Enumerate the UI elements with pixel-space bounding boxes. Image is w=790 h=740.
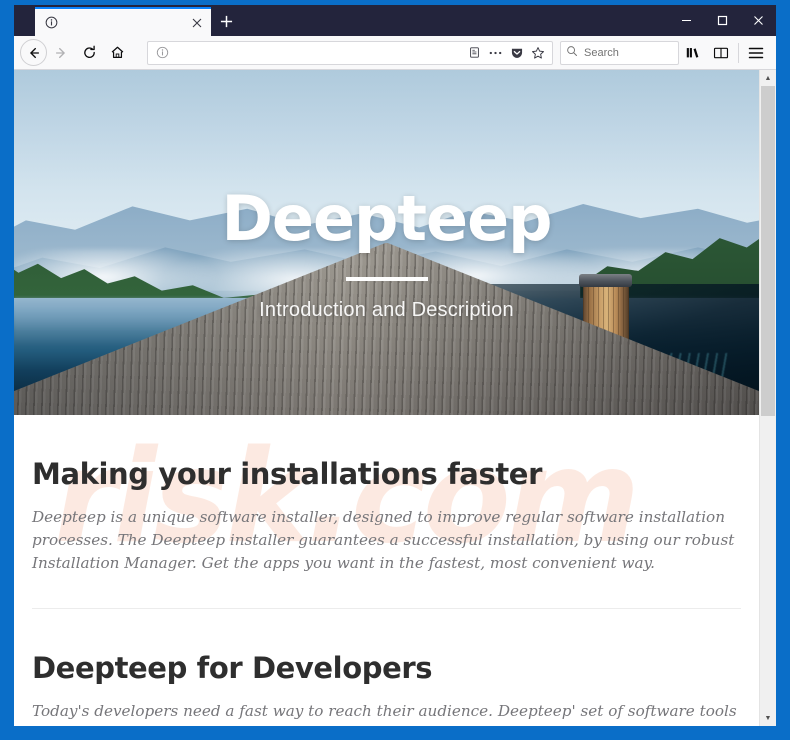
info-circle-icon[interactable] xyxy=(152,45,172,61)
browser-tab-active[interactable] xyxy=(35,7,211,36)
back-arrow-icon[interactable] xyxy=(20,39,47,66)
article-section-1: Making your installations faster Deeptee… xyxy=(32,457,741,575)
section-paragraph: Today's developers need a fast way to re… xyxy=(32,702,737,726)
scroll-down-arrow[interactable]: ▼ xyxy=(760,710,776,726)
home-icon[interactable] xyxy=(103,39,131,67)
section-divider xyxy=(32,608,741,609)
forward-arrow-icon[interactable] xyxy=(47,39,75,67)
navigation-toolbar: Search xyxy=(14,36,776,70)
browser-window: Search Deepteep Introduction and Descrip… xyxy=(14,5,776,726)
section-paragraph: Deepteep is a unique software installer,… xyxy=(32,508,735,572)
section-heading: Deepteep for Developers xyxy=(32,651,433,685)
article-section-2: Deepteep for Developers Today's develope… xyxy=(32,651,741,726)
close-icon[interactable] xyxy=(189,15,205,31)
hero-text-block: Deepteep Introduction and Description xyxy=(14,188,759,322)
info-circle-icon xyxy=(44,15,59,30)
new-tab-button[interactable] xyxy=(211,7,241,36)
sidebar-panel-icon[interactable] xyxy=(707,39,735,67)
hero-subtitle: Introduction and Description xyxy=(259,299,514,321)
reader-mode-icon[interactable] xyxy=(464,43,485,63)
desktop-background: Search Deepteep Introduction and Descrip… xyxy=(0,0,790,740)
url-bar[interactable] xyxy=(147,40,553,65)
scroll-up-arrow[interactable]: ▲ xyxy=(760,70,776,86)
scrollbar-thumb[interactable] xyxy=(761,86,775,416)
pocket-shield-icon[interactable] xyxy=(506,43,527,63)
hero-title: Deepteep xyxy=(221,182,552,255)
hero-banner: Deepteep Introduction and Description xyxy=(14,70,759,415)
section-heading: Making your installations faster xyxy=(32,457,542,491)
content-viewport: Deepteep Introduction and Description ri… xyxy=(14,70,776,726)
scrollbar-track[interactable] xyxy=(760,86,776,710)
star-icon[interactable] xyxy=(527,43,548,63)
window-controls xyxy=(668,5,776,36)
vertical-scrollbar[interactable]: ▲ ▼ xyxy=(759,70,776,726)
search-input[interactable]: Search xyxy=(560,40,679,65)
toolbar-divider xyxy=(738,42,739,63)
minimize-button[interactable] xyxy=(668,5,704,36)
search-placeholder-text: Search xyxy=(584,46,619,59)
library-books-icon[interactable] xyxy=(679,39,707,67)
close-window-button[interactable] xyxy=(740,5,776,36)
hero-divider-rule xyxy=(345,277,428,281)
search-magnifier-icon xyxy=(566,44,578,62)
article-content: risk.com Making your installations faste… xyxy=(14,423,759,726)
web-page: Deepteep Introduction and Description ri… xyxy=(14,70,759,726)
tab-strip xyxy=(14,5,776,36)
reload-icon[interactable] xyxy=(75,39,103,67)
maximize-button[interactable] xyxy=(704,5,740,36)
hamburger-menu-icon[interactable] xyxy=(742,39,770,67)
ellipsis-icon[interactable] xyxy=(485,43,506,63)
